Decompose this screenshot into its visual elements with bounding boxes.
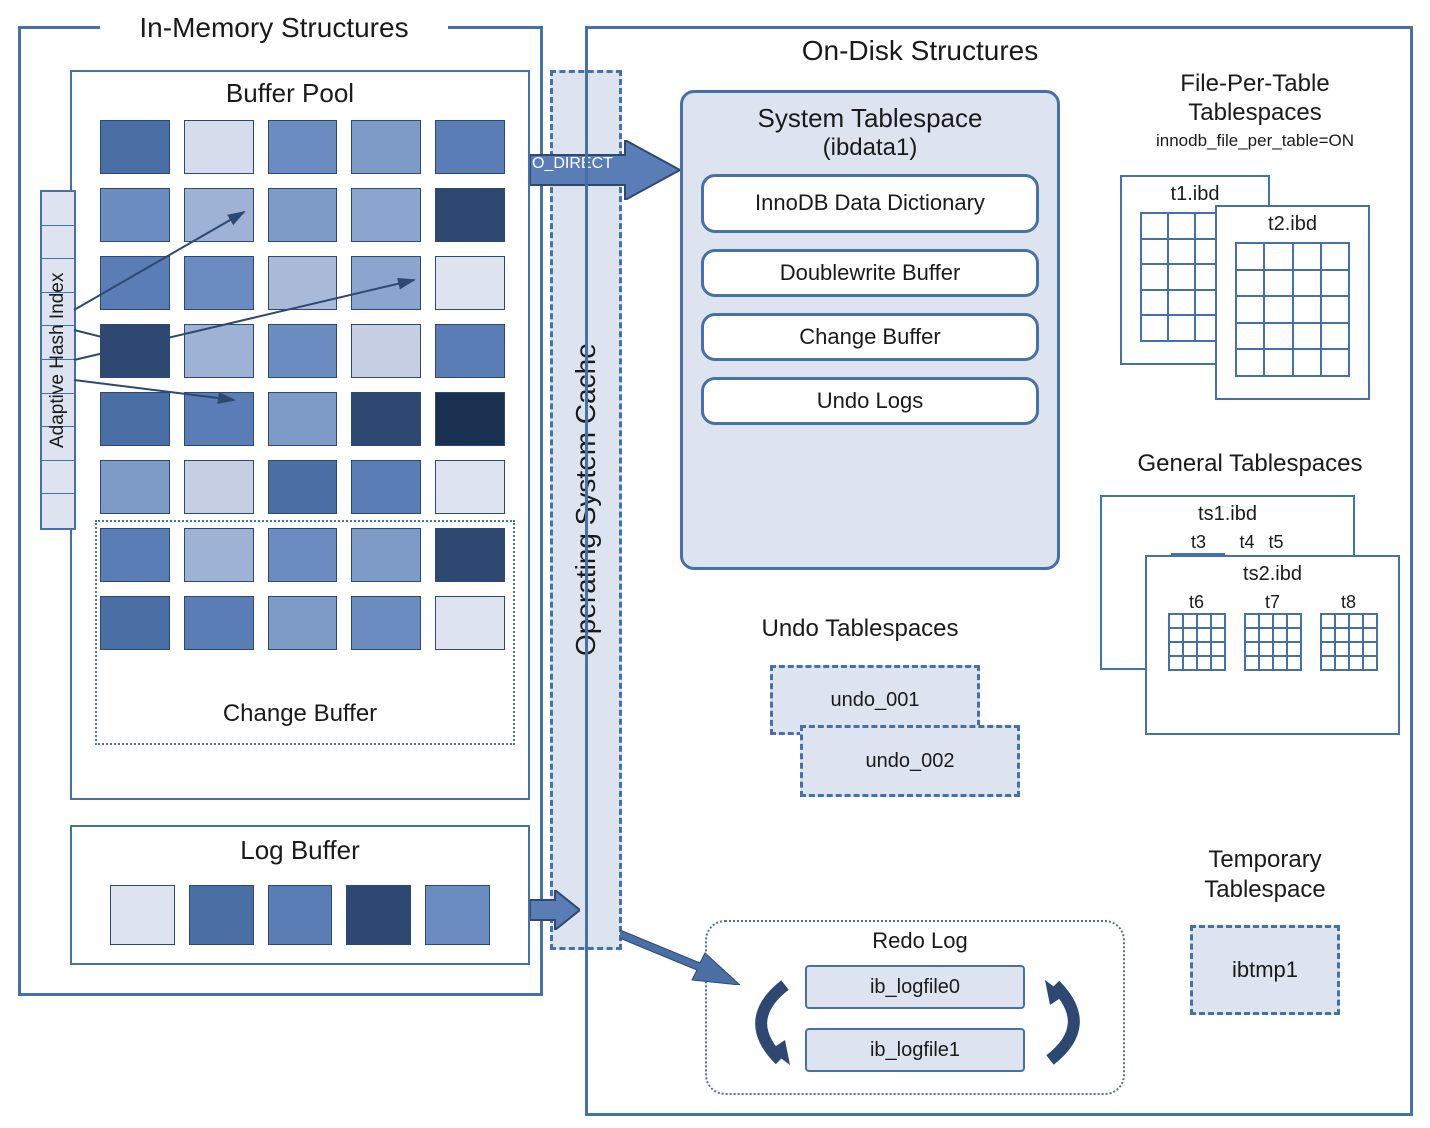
log-cell [425,885,490,945]
system-item-undo-logs: Undo Logs [701,377,1039,425]
general-tablespaces-title: General Tablespaces [1100,450,1400,478]
table-t6-label: t6 [1168,592,1226,613]
file-per-table-config: innodb_file_per_table=ON [1120,131,1390,151]
table-t7-label: t7 [1244,592,1302,613]
buffer-cell [351,120,421,174]
grid-icon [1168,613,1226,671]
redo-cycle-left-arrow-icon [730,975,800,1070]
system-item-data-dictionary: InnoDB Data Dictionary [701,174,1039,233]
buffer-pool-title: Buffer Pool [190,78,390,109]
log-cell [110,885,175,945]
system-tablespace-box: System Tablespace (ibdata1) InnoDB Data … [680,90,1060,570]
grid-icon [1235,242,1350,377]
log-buffer-grid [110,885,490,945]
redo-file-2: ib_logfile1 [805,1028,1025,1072]
temp-file: ibtmp1 [1190,925,1340,1015]
buffer-cell [268,120,338,174]
general-ts2-box: ts2.ibd t6 t7 t8 [1145,555,1400,735]
file-per-table-section: File-Per-Table Tablespaces innodb_file_p… [1120,70,1390,151]
file-t2-box: t2.ibd [1215,205,1370,400]
system-tablespace-subtitle: (ibdata1) [683,134,1057,162]
log-cell [268,885,333,945]
log-to-cache-arrow-icon [530,890,580,930]
file-per-table-title: File-Per-Table Tablespaces [1120,70,1390,128]
system-item-doublewrite: Doublewrite Buffer [701,249,1039,297]
file-t2-label: t2.ibd [1217,207,1368,242]
redo-file-1: ib_logfile0 [805,965,1025,1009]
table-t8-label: t8 [1320,592,1378,613]
redo-cycle-right-arrow-icon [1035,975,1105,1070]
grid-icon [1320,613,1378,671]
system-item-change-buffer: Change Buffer [701,313,1039,361]
log-cell [189,885,254,945]
undo-file-2: undo_002 [800,725,1020,797]
on-disk-title: On-Disk Structures [760,35,1080,67]
log-buffer-title: Log Buffer [200,835,400,866]
buffer-cell [184,120,254,174]
table-t5-label: t5 [1269,532,1284,553]
redo-log-title: Redo Log [830,928,1010,954]
general-ts2-label: ts2.ibd [1147,557,1398,592]
buffer-cell [435,120,505,174]
undo-title: Undo Tablespaces [720,615,1000,643]
buffer-cell [100,120,170,174]
log-cell [346,885,411,945]
ahi-arrows-icon [64,190,504,530]
change-buffer-label: Change Buffer [180,700,420,728]
system-tablespace-title: System Tablespace [683,103,1057,134]
table-t3-label: t3 [1171,532,1225,553]
temp-title: Temporary Tablespace [1155,845,1375,905]
general-ts1-label: ts1.ibd [1102,497,1353,532]
grid-icon [1244,613,1302,671]
table-t4-label: t4 [1239,532,1254,553]
in-memory-title: In-Memory Structures [100,12,448,44]
